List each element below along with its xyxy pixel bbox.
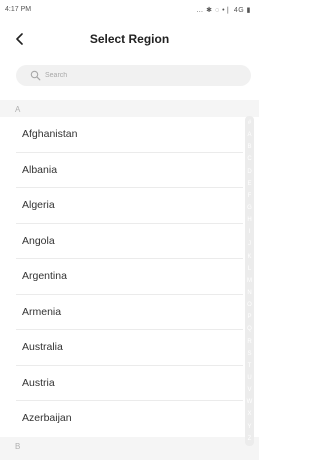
region-name: Austria <box>22 376 55 389</box>
list-item[interactable]: Argentina <box>0 259 259 295</box>
search-input[interactable] <box>45 67 235 84</box>
list-item[interactable]: Armenia <box>0 295 259 330</box>
status-bar: 4:17 PM … ✱ ◌ •❘ 4G ▮ <box>0 0 259 20</box>
index-letter[interactable]: W <box>247 399 253 405</box>
index-letter[interactable]: G <box>247 205 252 211</box>
region-list: A Afghanistan Albania Algeria Angola Arg… <box>0 100 259 460</box>
list-item[interactable]: Australia <box>0 330 259 366</box>
alphabet-index[interactable]: # A B C D E F G H I J K L M N O P Q R S T U V W X Y Z <box>245 116 254 446</box>
index-letter[interactable]: F <box>248 193 252 199</box>
search-bar[interactable] <box>16 65 251 86</box>
index-letter[interactable]: J <box>248 241 251 247</box>
region-name: Afghanistan <box>22 128 78 140</box>
region-name: Azerbaijan <box>22 412 72 424</box>
list-item[interactable]: Azerbaijan <box>0 401 259 437</box>
index-letter[interactable]: P <box>247 314 251 320</box>
list-item[interactable]: Austria <box>0 366 259 401</box>
index-letter[interactable]: B <box>247 144 251 150</box>
index-letter[interactable]: Q <box>247 326 252 332</box>
index-letter[interactable]: V <box>247 387 251 393</box>
index-letter[interactable]: I <box>249 229 251 235</box>
index-letter[interactable]: Y <box>247 424 251 430</box>
list-item[interactable]: Angola <box>0 224 259 259</box>
index-letter[interactable]: M <box>247 278 252 284</box>
region-name: Angola <box>22 234 55 247</box>
index-letter[interactable]: # <box>248 120 251 126</box>
index-letter[interactable]: R <box>247 339 251 345</box>
index-letter[interactable]: X <box>247 411 251 417</box>
index-letter[interactable]: S <box>247 351 251 357</box>
page-title: Select Region <box>89 32 170 46</box>
index-letter[interactable]: L <box>248 266 251 272</box>
index-letter[interactable]: U <box>247 375 251 381</box>
index-letter[interactable]: T <box>248 363 252 369</box>
index-letter[interactable]: A <box>247 132 251 138</box>
index-letter[interactable]: H <box>247 217 251 223</box>
index-letter[interactable]: Z <box>248 436 252 442</box>
index-letter[interactable]: N <box>247 290 251 296</box>
index-letter[interactable]: D <box>247 169 251 175</box>
list-item[interactable]: Afghanistan <box>0 117 259 153</box>
list-item[interactable]: Albania <box>0 153 259 188</box>
section-header-b: B <box>0 436 259 454</box>
region-name: Albania <box>22 163 58 176</box>
section-header-a: A <box>0 100 259 117</box>
section-a-rows: Afghanistan Albania Algeria Angola Argen… <box>0 117 259 437</box>
list-item[interactable]: Algeria <box>0 188 259 224</box>
region-name: Argentina <box>22 270 67 282</box>
status-icons: … ✱ ◌ •❘ 4G ▮ <box>196 7 251 14</box>
section-letter: B <box>15 441 21 451</box>
index-letter[interactable]: E <box>247 181 251 187</box>
index-letter[interactable]: K <box>247 254 251 260</box>
region-name: Armenia <box>22 305 62 318</box>
region-name: Australia <box>22 341 63 353</box>
header: Select Region <box>0 20 259 58</box>
status-time: 4:17 PM <box>5 6 32 13</box>
section-letter: A <box>15 105 21 114</box>
index-letter[interactable]: O <box>247 302 252 308</box>
region-name: Algeria <box>22 199 55 211</box>
index-letter[interactable]: C <box>247 156 251 162</box>
search-icon <box>30 70 41 81</box>
